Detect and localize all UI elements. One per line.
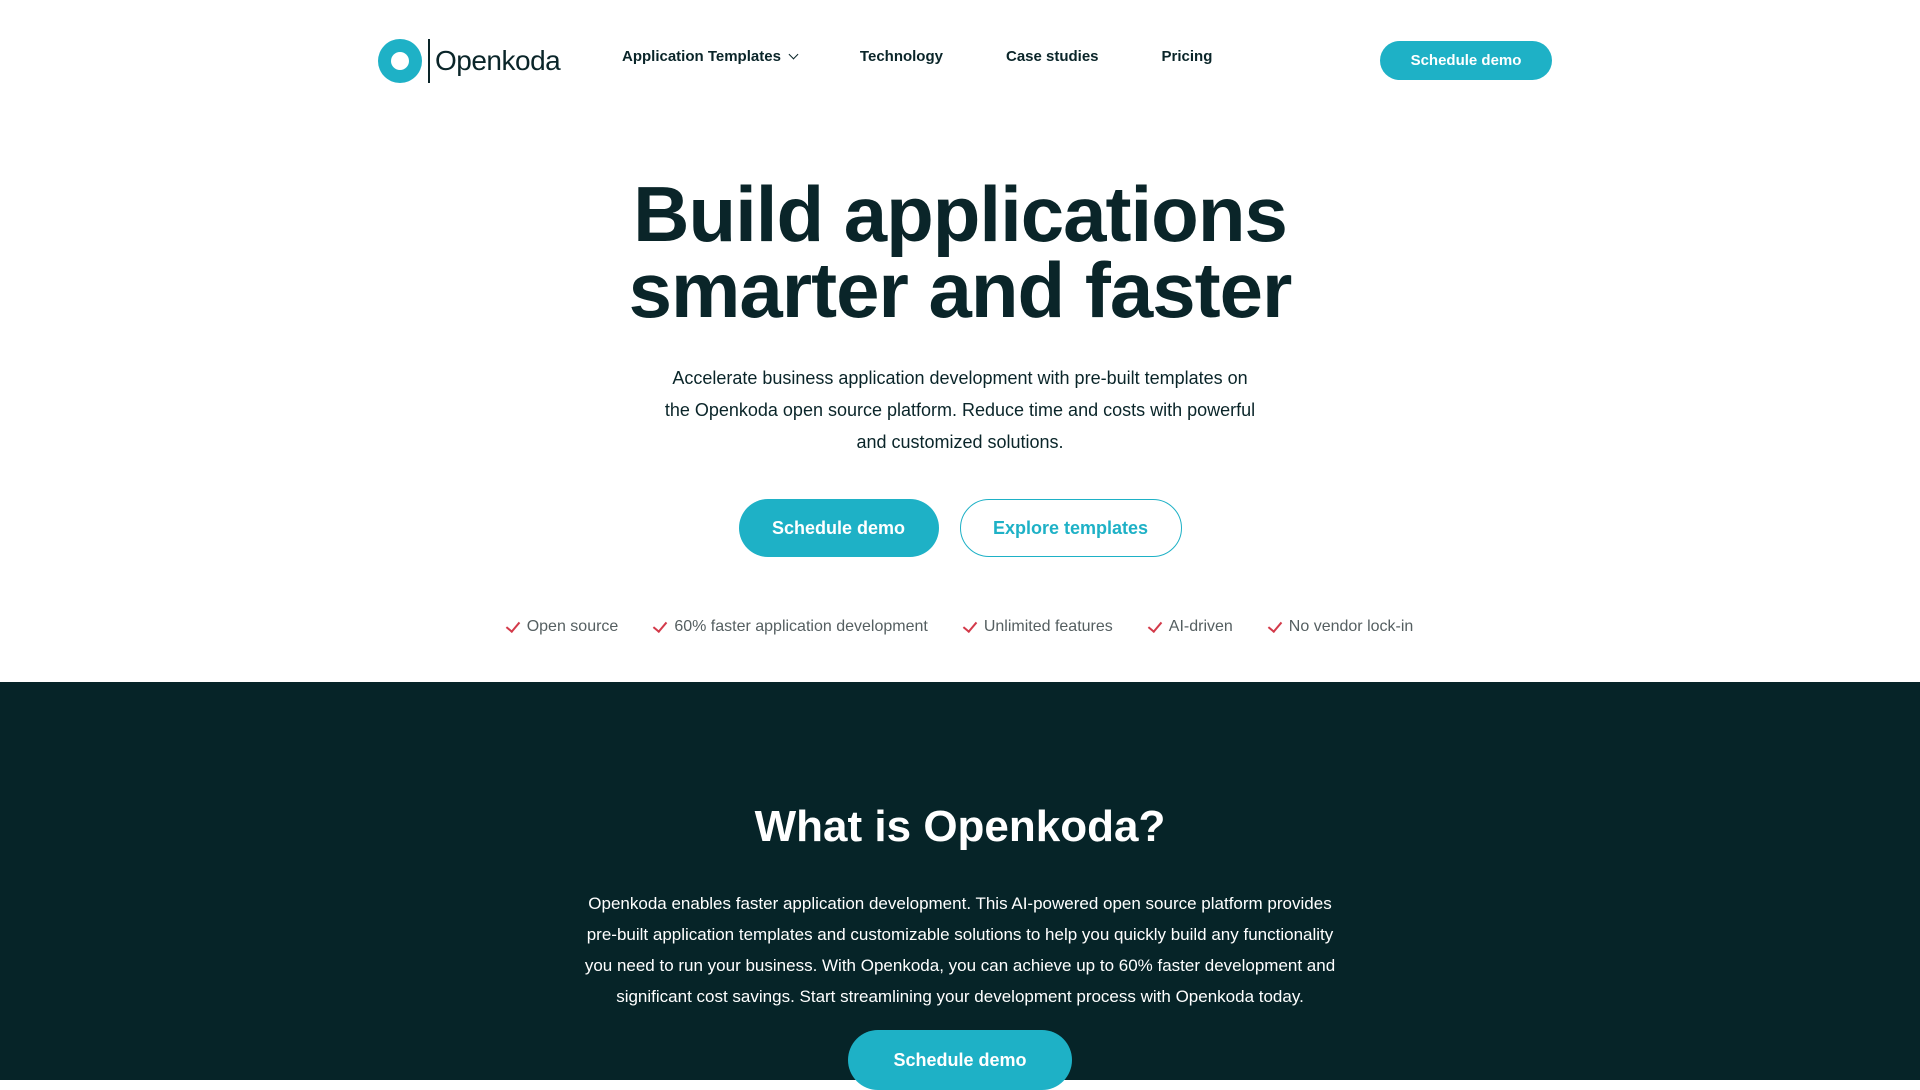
feature-list: Open source 60% faster application devel… [1,617,1920,636]
explore-templates-button[interactable]: Explore templates [959,499,1182,557]
about-schedule-demo-button[interactable]: Schedule demo [848,1030,1072,1090]
hero-schedule-demo-button[interactable]: Schedule demo [738,499,939,557]
feature-label: Unlimited features [983,618,1113,635]
feature-item: Open source [505,617,619,636]
logo-text: Openkoda [435,45,561,76]
about-text: Openkoda enables faster application deve… [584,894,1336,1006]
check-icon [962,617,978,633]
hero-title-line-1: Build applications [633,170,1288,258]
feature-label: AI-driven [1168,618,1233,635]
logo-divider [428,39,430,83]
chevron-down-icon [788,49,799,60]
header-schedule-demo-button[interactable]: Schedule demo [1380,41,1552,80]
nav-item-label: Application Templates [622,48,781,65]
check-icon [1147,617,1163,633]
nav-item-case-studies[interactable]: Case studies [1006,48,1099,65]
nav-item-pricing[interactable]: Pricing [1162,48,1213,65]
feature-item: No vendor lock-in [1267,617,1414,636]
main-nav: Application Templates Technology Case st… [622,48,1275,65]
check-icon [653,617,668,633]
nav-item-application-templates[interactable]: Application Templates [622,48,799,65]
hero-actions: Schedule demo Explore templates [0,499,1920,557]
hero-title-line-2: smarter and faster [628,246,1293,334]
nav-item-technology[interactable]: Technology [860,48,943,65]
nav-item-label: Pricing [1161,48,1213,65]
check-icon [505,617,520,633]
nav-item-label: Technology [859,48,943,65]
feature-label: 60% faster application development [674,618,928,635]
feature-label: No vendor lock-in [1288,618,1414,635]
feature-item: AI-driven [1147,617,1233,636]
about-section: What is Openkoda? Openkoda enables faste… [0,682,1920,1090]
check-icon [1267,617,1283,633]
logo[interactable]: Openkoda [378,38,561,84]
hero-subtitle: Accelerate business application developm… [664,368,1256,452]
nav-item-label: Case studies [1005,48,1099,65]
openkoda-logo-icon [378,39,422,83]
feature-label: Open source [526,618,619,635]
feature-item: 60% faster application development [653,617,928,636]
hero-title: Build applications smarter and faster [0,170,1920,334]
site-header: Openkoda Application Templates Technolog… [0,0,1920,120]
about-title: What is Openkoda? [754,802,1166,851]
feature-item: Unlimited features [962,617,1113,636]
